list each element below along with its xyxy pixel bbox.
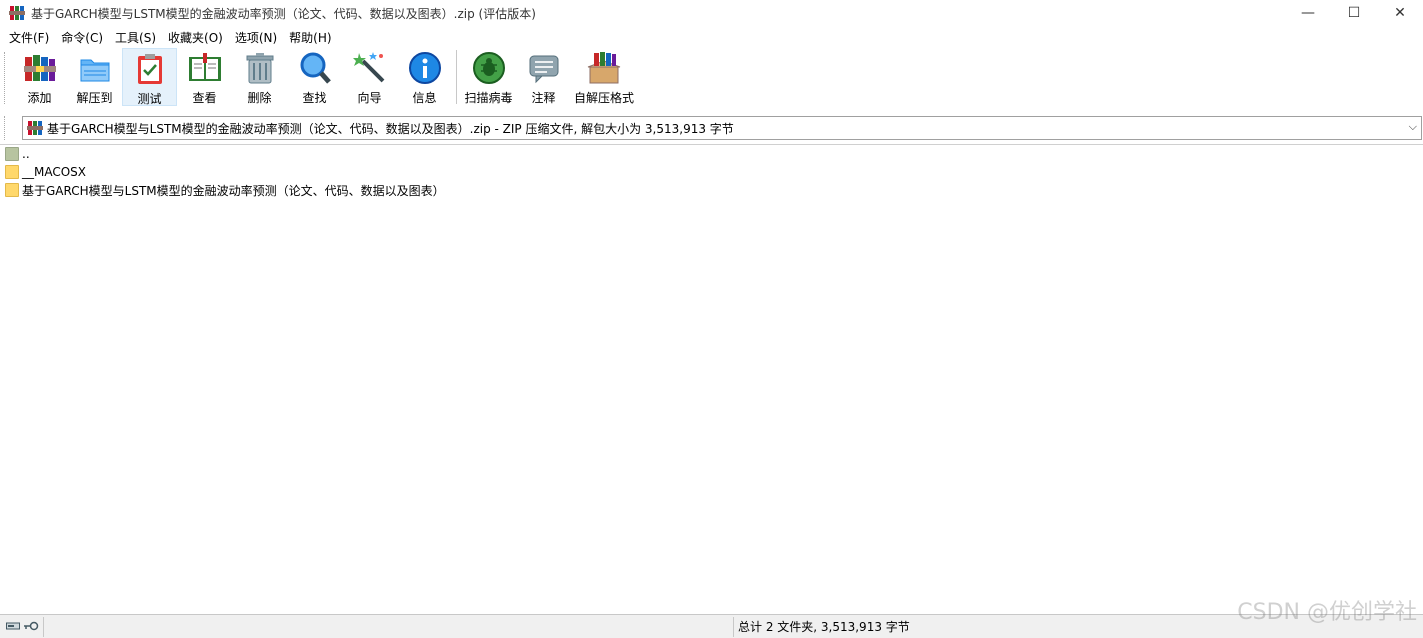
- menu-options[interactable]: 选项(N): [229, 29, 283, 46]
- window-title: 基于GARCH模型与LSTM模型的金融波动率预测（论文、代码、数据以及图表）.z…: [31, 6, 536, 21]
- virus-scan-icon: [472, 51, 506, 85]
- chevron-down-icon[interactable]: ⌵: [1409, 120, 1417, 134]
- view-button[interactable]: 查看: [177, 48, 232, 106]
- zip-archive-icon: [27, 120, 43, 136]
- view-label: 查看: [192, 91, 217, 105]
- comment-button[interactable]: 注释: [516, 48, 571, 106]
- menu-bar: 文件(F) 命令(C) 工具(S) 收藏夹(O) 选项(N) 帮助(H): [0, 27, 338, 47]
- list-item-parent[interactable]: ..: [0, 145, 1423, 163]
- clipboard-check-icon: [133, 52, 167, 86]
- sfx-button[interactable]: 自解压格式: [571, 48, 637, 106]
- delete-button[interactable]: 删除: [232, 48, 287, 106]
- status-summary: 总计 2 文件夹, 3,513,913 字节: [738, 620, 910, 634]
- trash-can-icon: [243, 51, 277, 85]
- find-label: 查找: [302, 91, 327, 105]
- list-item[interactable]: 基于GARCH模型与LSTM模型的金融波动率预测（论文、代码、数据以及图表）: [0, 181, 1423, 199]
- info-icon: [408, 51, 442, 85]
- comment-label: 注释: [531, 91, 556, 105]
- window-controls: — ☐ ✕: [1285, 0, 1423, 26]
- folder-extract-icon: [78, 51, 112, 85]
- extract-to-label: 解压到: [76, 91, 113, 105]
- test-label: 测试: [137, 92, 162, 106]
- list-item[interactable]: __MACOSX: [0, 163, 1423, 181]
- menu-file[interactable]: 文件(F): [3, 29, 55, 46]
- add-label: 添加: [27, 91, 52, 105]
- open-book-icon: [188, 51, 222, 85]
- find-button[interactable]: 查找: [287, 48, 342, 106]
- addressbar-grip[interactable]: [4, 116, 7, 140]
- file-name: ..: [22, 147, 30, 161]
- info-label: 信息: [412, 91, 437, 105]
- toolbar: 添加 解压到 测试 查看 删除 查找 向导 信息 扫描病毒 注释 自解压格式: [0, 48, 1423, 110]
- virus-scan-label: 扫描病毒: [464, 91, 513, 105]
- close-button[interactable]: ✕: [1377, 0, 1423, 26]
- drive-icon[interactable]: [6, 620, 20, 634]
- winrar-icon[interactable]: [9, 5, 25, 21]
- wizard-button[interactable]: 向导: [342, 48, 397, 106]
- watermark: CSDN @优创学社: [1237, 600, 1417, 625]
- folder-icon: [5, 183, 19, 197]
- file-name: __MACOSX: [22, 165, 87, 179]
- books-stack-icon: [23, 51, 57, 85]
- test-button[interactable]: 测试: [122, 48, 177, 106]
- comment-icon: [527, 51, 561, 85]
- sfx-box-icon: [587, 51, 621, 85]
- address-text: 基于GARCH模型与LSTM模型的金融波动率预测（论文、代码、数据以及图表）.z…: [47, 121, 734, 136]
- status-bar: 总计 2 文件夹, 3,513,913 字节: [0, 614, 1423, 638]
- add-button[interactable]: 添加: [12, 48, 67, 106]
- wizard-label: 向导: [357, 91, 382, 105]
- menu-commands[interactable]: 命令(C): [55, 29, 109, 46]
- file-list[interactable]: .. __MACOSX 基于GARCH模型与LSTM模型的金融波动率预测（论文、…: [0, 144, 1423, 614]
- title-bar: 基于GARCH模型与LSTM模型的金融波动率预测（论文、代码、数据以及图表）.z…: [0, 0, 1423, 26]
- magic-wand-icon: [352, 51, 387, 85]
- info-button[interactable]: 信息: [397, 48, 452, 106]
- key-icon[interactable]: [23, 620, 39, 634]
- minimize-button[interactable]: —: [1285, 0, 1331, 26]
- toolbar-separator: [456, 50, 457, 104]
- sfx-label: 自解压格式: [573, 91, 634, 105]
- address-bar[interactable]: 基于GARCH模型与LSTM模型的金融波动率预测（论文、代码、数据以及图表）.z…: [22, 116, 1422, 140]
- magnifier-icon: [298, 51, 332, 85]
- toolbar-grip[interactable]: [4, 52, 7, 104]
- status-selection: [44, 616, 734, 637]
- menu-help[interactable]: 帮助(H): [283, 29, 337, 46]
- file-name: 基于GARCH模型与LSTM模型的金融波动率预测（论文、代码、数据以及图表）: [22, 183, 445, 198]
- parent-folder-icon: [5, 147, 19, 161]
- menu-favorites[interactable]: 收藏夹(O): [162, 29, 229, 46]
- extract-to-button[interactable]: 解压到: [67, 48, 122, 106]
- folder-icon: [5, 165, 19, 179]
- delete-label: 删除: [247, 91, 272, 105]
- menu-tools[interactable]: 工具(S): [109, 29, 162, 46]
- maximize-button[interactable]: ☐: [1331, 0, 1377, 26]
- virus-scan-button[interactable]: 扫描病毒: [461, 48, 516, 106]
- status-icons: [0, 616, 44, 637]
